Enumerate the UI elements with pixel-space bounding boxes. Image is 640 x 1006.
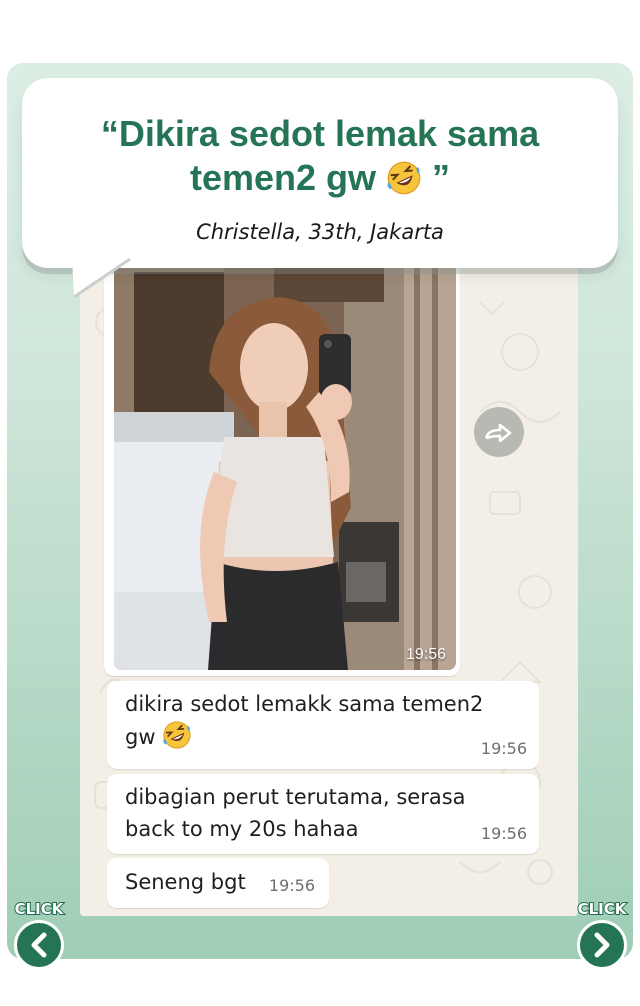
chevron-right-icon (594, 932, 610, 958)
previous-circle (14, 920, 64, 970)
testimonial-headline: “Dikira sedot lemak sama temen2 gw ” (22, 112, 618, 200)
chat-message: dikira sedot lemakk sama temen2 gw 19:56 (107, 681, 539, 769)
headline-text: temen2 gw (189, 157, 376, 198)
message-timestamp: 19:56 (268, 876, 315, 895)
previous-button[interactable]: CLICK (11, 899, 67, 972)
chat-message: Seneng bgt 19:56 (107, 858, 329, 908)
message-text: dibagian perut terutama, serasa back to … (125, 781, 466, 845)
rolling-on-floor-laughing-emoji (163, 721, 191, 749)
forward-button[interactable] (474, 407, 524, 457)
message-line: dikira sedot lemakk sama temen2 (125, 692, 484, 716)
message-text: Seneng bgt (125, 870, 246, 894)
message-line: dibagian perut terutama, serasa (125, 785, 466, 809)
chevron-left-icon (31, 932, 47, 958)
selfie-image (114, 262, 456, 670)
next-circle (577, 920, 627, 970)
headline-line: temen2 gw ” (22, 156, 618, 200)
message-text: dikira sedot lemakk sama temen2 gw (125, 688, 483, 753)
headline-line: “Dikira sedot lemak sama (100, 113, 540, 154)
quote-bubble: “Dikira sedot lemak sama temen2 gw ” Chr… (22, 78, 618, 268)
close-quote: ” (432, 157, 451, 198)
click-label: CLICK (14, 899, 65, 919)
mirror-selfie-photo[interactable]: 19:56 (114, 262, 456, 670)
message-line: back to my 20s hahaa (125, 817, 359, 841)
message-line-text: gw (125, 725, 156, 749)
message-timestamp: 19:56 (480, 824, 527, 843)
message-line: gw (125, 720, 483, 753)
quote-bubble-tail (72, 257, 131, 299)
chat-message: dibagian perut terutama, serasa back to … (107, 774, 539, 854)
photo-timestamp: 19:56 (405, 646, 446, 663)
click-label: CLICK (577, 899, 628, 919)
next-button[interactable]: CLICK (574, 899, 630, 972)
testimonial-author: Christella, 33th, Jakarta (196, 220, 444, 244)
forward-icon (484, 423, 512, 442)
rolling-on-floor-laughing-emoji (387, 161, 421, 195)
message-timestamp: 19:56 (480, 739, 527, 758)
